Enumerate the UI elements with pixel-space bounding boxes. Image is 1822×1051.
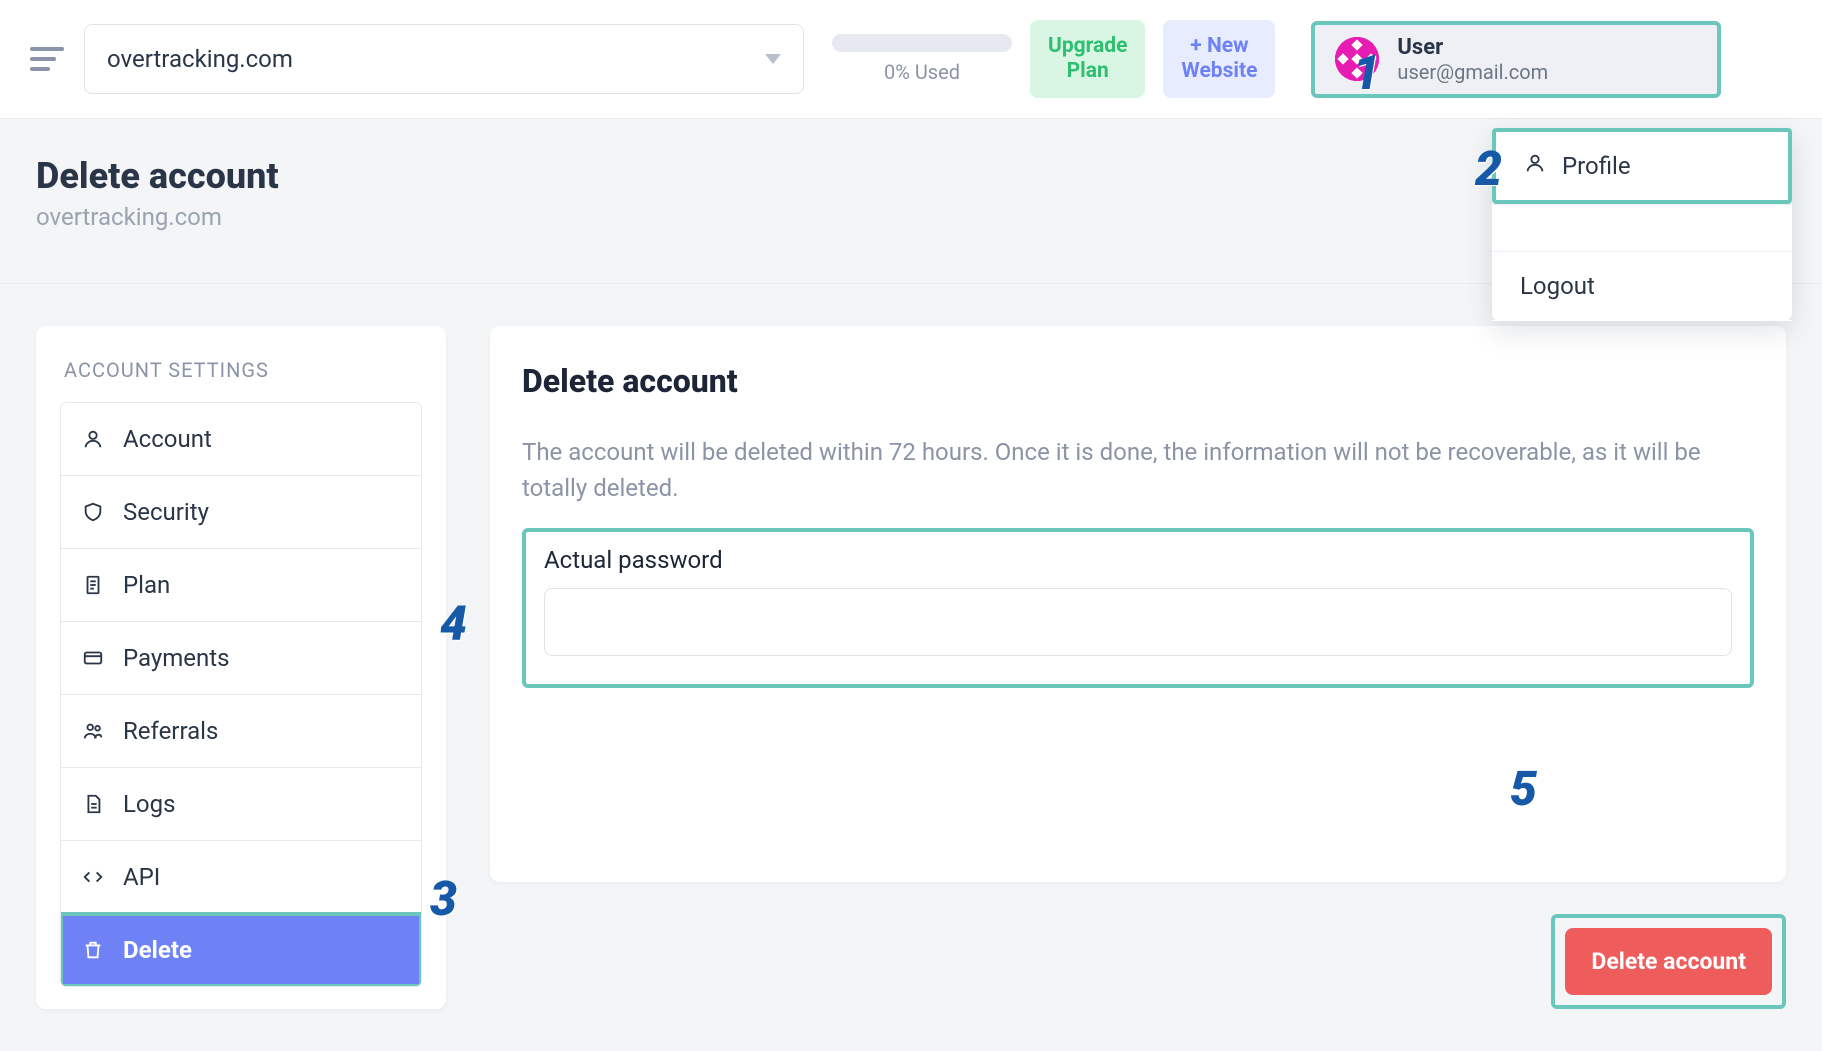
menu-item-profile-label: Profile <box>1562 152 1631 180</box>
chevron-down-icon <box>765 54 781 64</box>
annotation-1: 1 <box>1353 44 1380 101</box>
usage-meter: 0% Used <box>832 34 1012 84</box>
delete-button-highlight: Delete account <box>1551 914 1786 1009</box>
usage-text: 0% Used <box>832 60 1012 84</box>
delete-account-button[interactable]: Delete account <box>1565 928 1772 995</box>
annotation-5: 5 <box>1510 760 1537 817</box>
password-label: Actual password <box>544 546 1732 574</box>
site-selector[interactable]: overtracking.com <box>84 24 804 94</box>
card-heading: Delete account <box>522 362 1754 400</box>
menu-icon[interactable] <box>30 45 66 73</box>
sidebar-item-api[interactable]: API <box>61 841 421 914</box>
sidebar-item-label: Payments <box>123 644 230 672</box>
upgrade-plan-button[interactable]: Upgrade Plan <box>1030 20 1145 98</box>
upgrade-line2: Plan <box>1048 59 1127 84</box>
sidebar-item-account[interactable]: Account <box>61 403 421 476</box>
settings-sidebar: ACCOUNT SETTINGS Account Security Plan P… <box>36 326 446 1009</box>
password-input[interactable] <box>544 588 1732 656</box>
usage-bar <box>832 34 1012 52</box>
card-description: The account will be deleted within 72 ho… <box>522 434 1754 506</box>
sidebar-item-label: Plan <box>123 571 170 599</box>
user-name: User <box>1397 35 1548 60</box>
sidebar-item-label: Account <box>123 425 212 453</box>
sidebar-item-plan[interactable]: Plan <box>61 549 421 622</box>
sidebar-item-delete[interactable]: Delete <box>61 914 421 986</box>
code-icon <box>81 865 105 889</box>
site-selector-label: overtracking.com <box>107 45 293 73</box>
delete-account-card: Delete account The account will be delet… <box>490 326 1786 882</box>
person-icon <box>1524 152 1546 180</box>
sidebar-item-logs[interactable]: Logs <box>61 768 421 841</box>
upgrade-line1: Upgrade <box>1048 34 1127 59</box>
file-icon <box>81 792 105 816</box>
document-icon <box>81 573 105 597</box>
password-block: Actual password <box>522 528 1754 688</box>
sidebar-item-label: Security <box>123 498 209 526</box>
person-icon <box>81 427 105 451</box>
annotation-3: 3 <box>430 870 457 927</box>
user-email: user@gmail.com <box>1397 60 1548 84</box>
sidebar-item-label: Referrals <box>123 717 218 745</box>
sidebar-item-label: Logs <box>123 790 175 818</box>
annotation-2: 2 <box>1475 140 1502 197</box>
sidebar-item-label: API <box>123 863 160 891</box>
add-website-line1: + New <box>1181 34 1257 59</box>
menu-spacer <box>1492 204 1792 252</box>
sidebar-item-security[interactable]: Security <box>61 476 421 549</box>
shield-icon <box>81 500 105 524</box>
people-icon <box>81 719 105 743</box>
menu-item-logout-label: Logout <box>1520 272 1595 300</box>
trash-icon <box>81 938 105 962</box>
sidebar-item-label: Delete <box>123 936 192 964</box>
sidebar-item-payments[interactable]: Payments <box>61 622 421 695</box>
user-dropdown: Profile Logout <box>1492 128 1792 321</box>
add-website-button[interactable]: + New Website <box>1163 20 1275 98</box>
annotation-4: 4 <box>440 595 467 652</box>
menu-item-profile[interactable]: Profile <box>1492 128 1792 204</box>
add-website-line2: Website <box>1181 59 1257 84</box>
menu-item-logout[interactable]: Logout <box>1492 252 1792 321</box>
sidebar-section-label: ACCOUNT SETTINGS <box>36 358 446 402</box>
delete-button-label: Delete account <box>1591 948 1746 975</box>
sidebar-item-referrals[interactable]: Referrals <box>61 695 421 768</box>
credit-card-icon <box>81 646 105 670</box>
